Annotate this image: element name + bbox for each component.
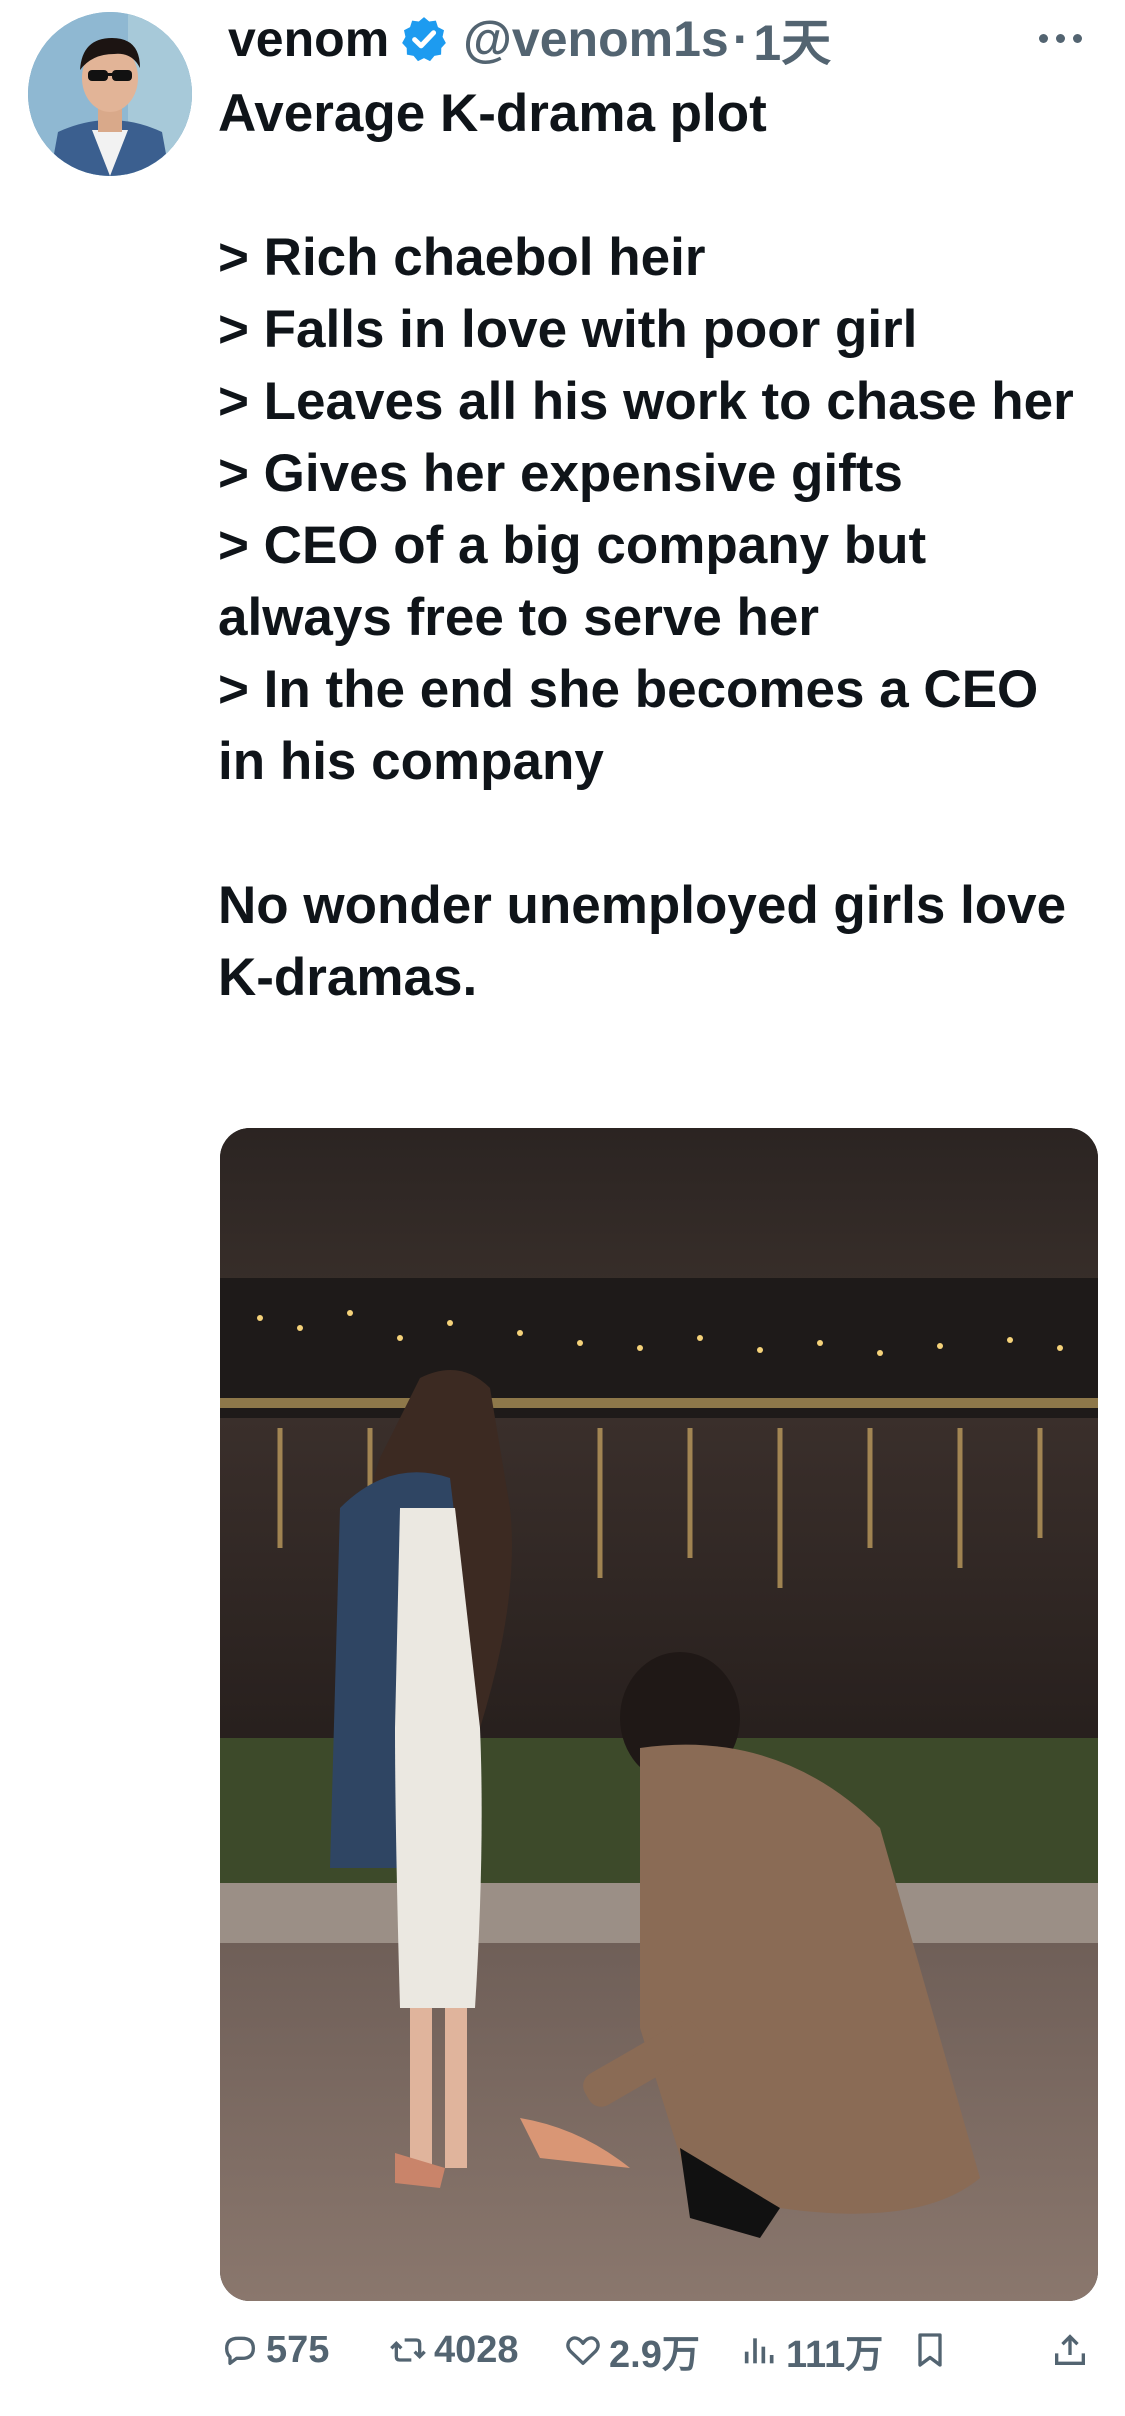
views-icon [744, 2338, 774, 2364]
more-icon[interactable] [1030, 18, 1090, 58]
separator-dot: · [732, 11, 750, 67]
like-icon [566, 2336, 600, 2365]
tweet-line: > Gives her expensive gifts [218, 444, 903, 503]
tweet-line: > Rich chaebol heir [218, 228, 706, 287]
repost-icon [390, 2338, 426, 2362]
tweet-line: Average K-drama plot [218, 84, 767, 143]
bookmark-button[interactable] [910, 2320, 950, 2380]
handle[interactable]: @venom1s [463, 10, 729, 68]
tweet: venom @venom1s · 1天 Average K-drama plot… [0, 0, 1125, 2416]
tweet-line: No wonder unemployed girls love K-dramas… [218, 876, 1067, 1007]
display-name[interactable]: venom [228, 10, 389, 68]
views-button[interactable]: 111万 [740, 2320, 883, 2380]
tweet-text: Average K-drama plot > Rich chaebol heir… [218, 78, 1098, 1014]
avatar-image [28, 12, 192, 176]
verified-badge-icon [402, 17, 447, 62]
like-button[interactable]: 2.9万 [563, 2320, 700, 2380]
repost-count: 4028 [434, 2328, 519, 2371]
tweet-line: > Leaves all his work to chase her [218, 372, 1074, 431]
reply-count: 575 [266, 2328, 330, 2371]
tweet-image[interactable] [220, 1128, 1098, 2301]
tweet-line: > In the end she becomes a CEO in his co… [218, 660, 1039, 791]
avatar[interactable] [28, 12, 192, 176]
tweet-line: > Falls in love with poor girl [218, 300, 918, 359]
photo-night-riverside [220, 1128, 1098, 2301]
timestamp[interactable]: 1天 [753, 3, 831, 75]
reply-button[interactable]: 575 [220, 2320, 329, 2380]
tweet-header: venom @venom1s · 1天 [228, 4, 831, 74]
repost-button[interactable]: 4028 [388, 2320, 519, 2380]
views-count: 111万 [786, 2333, 884, 2376]
action-bar: 575 4028 2.9万 111万 [220, 2320, 1100, 2380]
tweet-line: > CEO of a big company but always free t… [218, 516, 927, 647]
share-button[interactable] [1050, 2320, 1090, 2380]
share-icon [1055, 2334, 1085, 2365]
reply-icon [225, 2336, 255, 2365]
like-count: 2.9万 [609, 2333, 700, 2376]
bookmark-icon [918, 2333, 942, 2367]
